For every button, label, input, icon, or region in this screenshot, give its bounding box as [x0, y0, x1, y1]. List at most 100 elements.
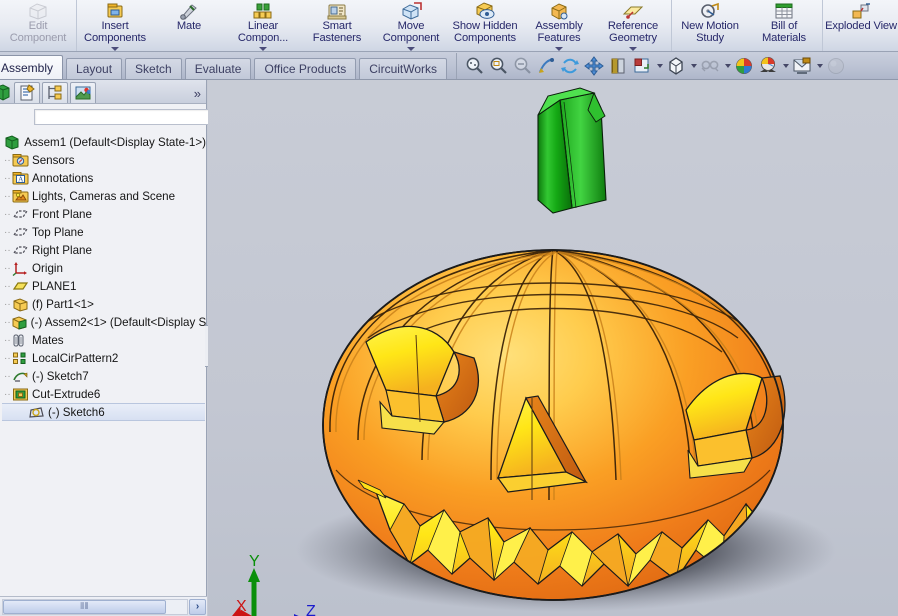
ribbon-button-label: Insert Components — [84, 20, 146, 44]
ribbon-button-label: Edit Component — [9, 20, 67, 44]
tree-node[interactable]: ·· Mates — [2, 331, 206, 349]
tree-node[interactable]: ·· PLANE1 — [2, 277, 206, 295]
tree-node[interactable]: ·· (-) Assem2<1> (Default<Display Sta — [2, 313, 206, 331]
triad-z-label: Z — [306, 603, 316, 616]
tab-circuitworks[interactable]: CircuitWorks — [359, 58, 448, 79]
tree-tab-property-manager[interactable] — [14, 82, 40, 103]
ribbon-button-new-motion-study[interactable]: New Motion Study — [673, 0, 747, 51]
mate-icon — [177, 1, 201, 21]
dropdown-caret-icon[interactable] — [555, 47, 563, 51]
tree-node[interactable]: ·· A Annotations — [2, 169, 206, 187]
tab-layout[interactable]: Layout — [66, 58, 123, 79]
tree-connector: ·· — [4, 226, 11, 238]
tree-tab-display-manager[interactable] — [70, 82, 96, 103]
ribbon-button-bill-of-materials[interactable]: Bill of Materials — [747, 0, 821, 51]
triad-y-label: Y — [249, 553, 260, 570]
tree-connector: ·· — [4, 172, 11, 184]
feature-manager-panel: » Assem1 (Default<Display State-1>) ·· Sen… — [0, 80, 217, 616]
pumpkin-stem[interactable] — [537, 87, 607, 214]
rotate-view-icon[interactable] — [535, 55, 557, 77]
dropdown-caret-icon[interactable] — [655, 55, 663, 77]
scrollbar-track[interactable]: ⫴⫴ — [2, 598, 188, 615]
section-view-icon[interactable] — [607, 55, 629, 77]
tab-evaluate[interactable]: Evaluate — [184, 58, 252, 79]
pumpkin-model-render[interactable]: Z Y X — [208, 80, 898, 616]
tree-node[interactable]: ·· Origin — [2, 259, 206, 277]
pan-icon[interactable] — [583, 55, 605, 77]
tree-node[interactable]: ·· Cut-Extrude6 — [2, 385, 206, 403]
display-style-icon[interactable] — [665, 55, 687, 77]
dropdown-caret-icon[interactable] — [723, 55, 731, 77]
tree-node-label: Annotations — [32, 171, 94, 185]
previous-view-icon[interactable] — [559, 55, 581, 77]
scrollbar-grip: ⫴⫴ — [80, 601, 89, 611]
zoom-to-fit-icon[interactable] — [463, 55, 485, 77]
ribbon-button-label: Show Hidden Components — [452, 20, 518, 44]
svg-text:A: A — [18, 174, 24, 183]
plane-icon — [12, 243, 29, 258]
dropdown-caret-icon[interactable] — [781, 55, 789, 77]
tree-filter-input[interactable] — [34, 109, 217, 125]
plane-icon — [12, 207, 29, 222]
dropdown-caret-icon[interactable] — [815, 55, 823, 77]
tree-node-label: Sensors — [32, 153, 75, 167]
apply-scene-icon[interactable] — [757, 55, 779, 77]
tab-office-products[interactable]: Office Products — [254, 58, 357, 79]
tree-node-label: Origin — [32, 261, 63, 275]
ribbon-button-exploded-view[interactable]: Exploded View — [824, 0, 898, 51]
tree-node-label: PLANE1 — [32, 279, 77, 293]
dropdown-caret-icon[interactable] — [629, 47, 637, 51]
ribbon-button-mate[interactable]: Mate — [152, 0, 226, 51]
tree-node[interactable]: ·· LocalCirPattern2 — [2, 349, 206, 367]
scrollbar-thumb[interactable]: ⫴⫴ — [3, 599, 166, 614]
ribbon-button-edit-component: Edit Component — [1, 0, 75, 51]
ribbon-button-label: New Motion Study — [681, 20, 739, 44]
tree-connector: ·· — [4, 316, 11, 328]
tree-node[interactable]: ·· (f) Part1<1> — [2, 295, 206, 313]
zoom-to-area-icon[interactable] — [487, 55, 509, 77]
circular-pattern-icon — [12, 351, 29, 366]
ribbon-group-0: Edit Component — [0, 0, 77, 51]
ribbon-button-label: Reference Geometry — [607, 20, 659, 44]
ribbon-button-show-hidden-components[interactable]: Show Hidden Components — [448, 0, 522, 51]
tree-horizontal-scrollbar[interactable]: ⫴⫴ › — [0, 596, 207, 616]
expand-panel-icon[interactable]: » — [194, 87, 201, 100]
ribbon-group-3: Exploded ViewExplode Line Sketch — [823, 0, 898, 51]
tree-tab-feature-manager-design-tree[interactable] — [0, 82, 12, 103]
tree-node[interactable]: ·· Right Plane — [2, 241, 206, 259]
view-orientation-icon[interactable] — [631, 55, 653, 77]
graphics-viewport[interactable]: Z Y X — [208, 80, 898, 616]
tree-node[interactable]: ·· Front Plane — [2, 205, 206, 223]
dropdown-caret-icon[interactable] — [407, 47, 415, 51]
scrollbar-right-arrow[interactable]: › — [189, 598, 206, 615]
dropdown-caret-icon[interactable] — [111, 47, 119, 51]
origin-icon — [12, 261, 29, 276]
ribbon-button-move-component[interactable]: Move Component — [374, 0, 448, 51]
tree-node[interactable]: ·· Top Plane — [2, 223, 206, 241]
ribbon-button-smart-fasteners[interactable]: Smart Fasteners — [300, 0, 374, 51]
view-settings-icon[interactable] — [791, 55, 813, 77]
tree-connector: ·· — [4, 370, 11, 382]
tree-node-label: (-) Assem2<1> (Default<Display Sta — [30, 315, 206, 329]
tab-assembly[interactable]: Assembly — [0, 55, 64, 79]
ribbon-button-assembly-features[interactable]: Assembly Features — [522, 0, 596, 51]
ribbon-button-linear-compon[interactable]: Linear Compon... — [226, 0, 300, 51]
dropdown-caret-icon[interactable] — [689, 55, 697, 77]
dropdown-caret-icon[interactable] — [259, 47, 267, 51]
tab-sketch[interactable]: Sketch — [125, 58, 182, 79]
sketch-icon — [12, 369, 29, 384]
tree-tab-configuration-manager[interactable] — [42, 82, 68, 103]
ribbon-button-insert-components[interactable]: Insert Components — [78, 0, 152, 51]
exploded-view-icon — [849, 1, 873, 21]
ribbon-button-label: Bill of Materials — [761, 20, 807, 44]
tree-node[interactable]: ·· Sensors — [2, 151, 206, 169]
command-manager-tab-strip: Assembly Layout Sketch Evaluate Office Produ… — [0, 52, 898, 80]
tree-node[interactable]: (-) Sketch6 — [2, 403, 205, 421]
tree-node[interactable]: Assem1 (Default<Display State-1>) — [2, 133, 206, 151]
show-hidden-components-icon — [473, 1, 497, 21]
tree-node[interactable]: ·· (-) Sketch7 — [2, 367, 206, 385]
tree-node[interactable]: ·· Lights, Cameras and Scene — [2, 187, 206, 205]
edit-appearance-icon[interactable] — [733, 55, 755, 77]
ribbon-button-reference-geometry[interactable]: Reference Geometry — [596, 0, 670, 51]
smart-fasteners-icon — [325, 1, 349, 21]
